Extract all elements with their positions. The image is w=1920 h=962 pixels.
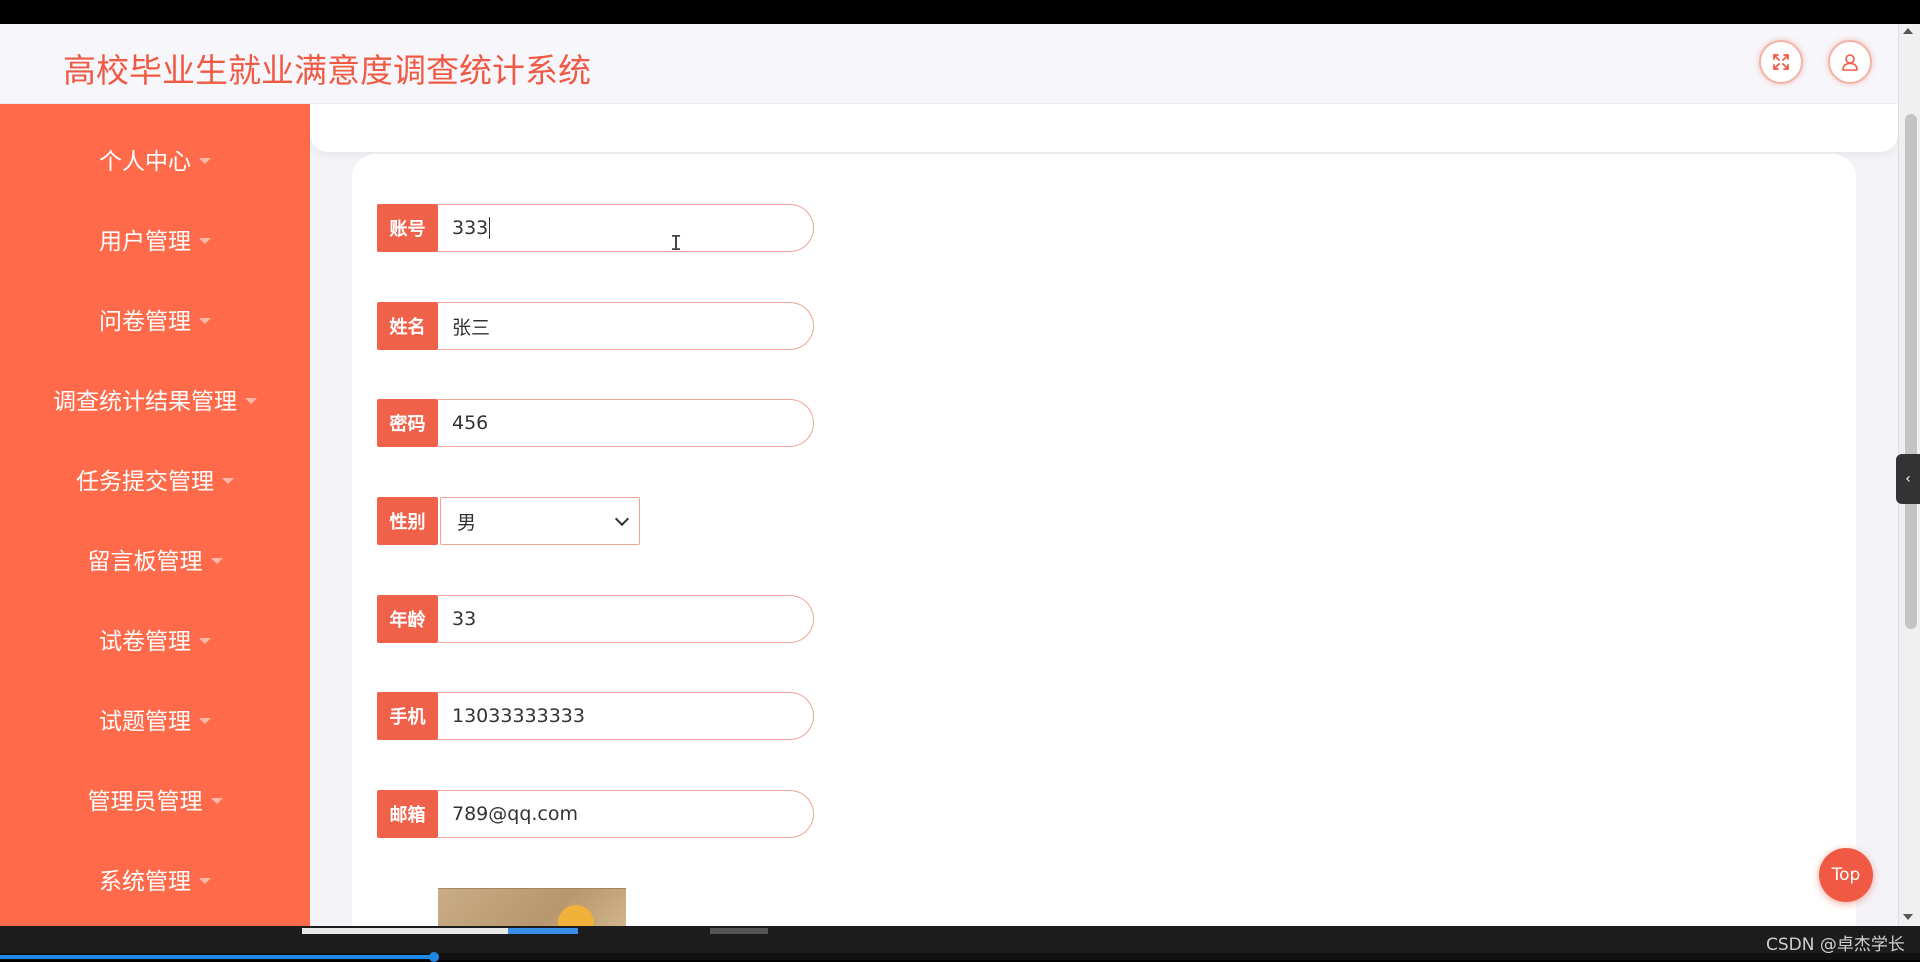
name-input[interactable]: 张三 (438, 302, 814, 350)
gender-row: 性别 男 (377, 497, 640, 545)
sidebar-item-label: 问卷管理 (99, 309, 191, 335)
age-row: 年龄 33 (377, 595, 814, 643)
scroll-up-icon[interactable] (1903, 28, 1913, 34)
name-label: 姓名 (377, 302, 438, 350)
sidebar-item-admin-management[interactable]: 管理员管理 (0, 779, 310, 819)
app-header: 高校毕业生就业满意度调查统计系统 (0, 24, 1898, 104)
sidebar-item-question-management[interactable]: 试题管理 (0, 699, 310, 739)
gender-label: 性别 (377, 497, 438, 545)
sidebar-item-label: 留言板管理 (87, 549, 203, 575)
app-viewport: 高校毕业生就业满意度调查统计系统 个人中心 用户管理 问卷管理 调查统计结果管理… (0, 24, 1920, 926)
caret-down-icon (210, 557, 223, 564)
progress-played (0, 955, 435, 959)
user-icon (1842, 54, 1858, 71)
scroll-down-icon[interactable] (1903, 914, 1913, 920)
sidebar-item-user-management[interactable]: 用户管理 (0, 219, 310, 259)
caret-down-icon (222, 477, 234, 484)
scrollbar-thumb[interactable] (1905, 114, 1917, 629)
account-row: 账号 333 (377, 204, 814, 252)
chevron-down-icon (614, 511, 630, 526)
avatar-image[interactable] (438, 888, 626, 926)
email-value: 789@qq.com (452, 803, 579, 825)
password-input[interactable]: 456 (438, 399, 814, 447)
buffer-segment-active (508, 928, 578, 934)
password-row: 密码 456 (377, 399, 814, 447)
sidebar-item-task-submission-management[interactable]: 任务提交管理 (0, 459, 310, 499)
gender-value: 男 (457, 511, 477, 534)
caret-down-icon (199, 237, 211, 244)
caret-down-icon (199, 717, 211, 724)
buffer-segment (302, 928, 508, 934)
sidebar: 个人中心 用户管理 问卷管理 调查统计结果管理 任务提交管理 留言板管理 试卷管… (0, 104, 310, 926)
password-label: 密码 (377, 399, 438, 447)
password-value: 456 (452, 412, 489, 434)
caret-down-icon (210, 797, 223, 804)
buffer-segment (710, 928, 768, 934)
sidebar-item-system-management[interactable]: 系统管理 (0, 859, 310, 899)
caret-down-icon (199, 877, 211, 884)
email-label: 邮箱 (377, 790, 438, 838)
sidebar-item-label: 管理员管理 (87, 789, 203, 815)
fullscreen-icon (1773, 54, 1789, 70)
caret-down-icon (199, 637, 211, 644)
sidebar-item-label: 用户管理 (99, 229, 191, 255)
age-input[interactable]: 33 (438, 595, 814, 643)
sidebar-item-personal-center[interactable]: 个人中心 (0, 139, 310, 179)
sidebar-item-message-board-management[interactable]: 留言板管理 (0, 539, 310, 579)
sidebar-item-label: 试题管理 (99, 709, 191, 735)
age-value: 33 (452, 608, 477, 630)
sidebar-item-label: 调查统计结果管理 (53, 389, 237, 415)
sidebar-item-label: 任务提交管理 (76, 469, 214, 495)
account-value: 333 (452, 217, 489, 239)
collapse-panel-tab[interactable]: ‹ (1896, 454, 1920, 504)
sidebar-item-label: 系统管理 (99, 869, 191, 895)
ibeam-cursor-icon: I (670, 231, 683, 255)
gender-select[interactable]: 男 (440, 497, 640, 545)
name-value: 张三 (452, 316, 491, 339)
progress-handle[interactable] (429, 952, 439, 962)
phone-input[interactable]: 13033333333 (438, 692, 814, 740)
phone-row: 手机 13033333333 (377, 692, 814, 740)
phone-label: 手机 (377, 692, 438, 740)
sidebar-item-survey-results-management[interactable]: 调查统计结果管理 (0, 379, 310, 419)
account-input[interactable]: 333 (438, 204, 814, 252)
caret-down-icon (199, 317, 211, 324)
phone-value: 13033333333 (452, 705, 585, 727)
age-label: 年龄 (377, 595, 438, 643)
sidebar-item-label: 试卷管理 (99, 629, 191, 655)
fullscreen-button[interactable] (1759, 40, 1803, 84)
name-row: 姓名 张三 (377, 302, 814, 350)
user-menu-button[interactable] (1828, 40, 1872, 84)
avatar-image-detail (558, 905, 594, 926)
account-label: 账号 (377, 204, 438, 252)
watermark: CSDN @卓杰学长 (1766, 935, 1905, 955)
breadcrumb-bar (310, 104, 1898, 152)
email-row: 邮箱 789@qq.com (377, 790, 814, 838)
text-caret (489, 217, 491, 239)
sidebar-item-questionnaire-management[interactable]: 问卷管理 (0, 299, 310, 339)
email-input[interactable]: 789@qq.com (438, 790, 814, 838)
sidebar-item-exam-paper-management[interactable]: 试卷管理 (0, 619, 310, 659)
chevron-left-icon: ‹ (1905, 471, 1911, 487)
app-title: 高校毕业生就业满意度调查统计系统 (63, 51, 591, 90)
caret-down-icon (245, 397, 257, 404)
sidebar-item-label: 个人中心 (99, 149, 191, 175)
caret-down-icon (199, 157, 211, 164)
back-to-top-button[interactable]: Top (1819, 848, 1873, 902)
